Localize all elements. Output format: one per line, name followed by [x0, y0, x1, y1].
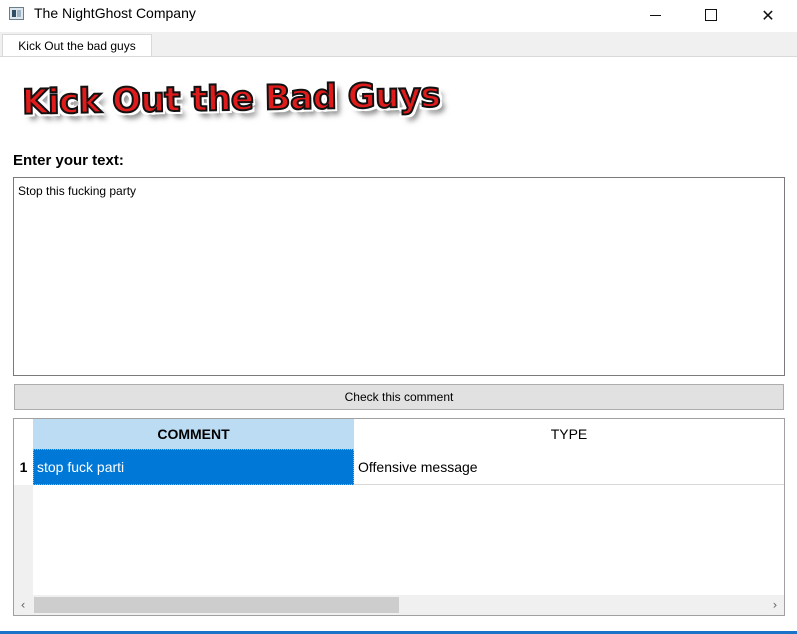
logo-banner: Kick Out the Bad Guys — [21, 74, 442, 123]
column-header-type[interactable]: TYPE — [354, 419, 784, 449]
maximize-button[interactable] — [688, 0, 734, 30]
minimize-button[interactable] — [632, 0, 678, 30]
title-bar: The NightGhost Company ✕ — [0, 0, 797, 30]
tab-content: Kick Out the Bad Guys Enter your text: C… — [0, 57, 797, 634]
row-header-1[interactable]: 1 — [14, 449, 33, 485]
window-title: The NightGhost Company — [34, 5, 196, 21]
close-button[interactable]: ✕ — [745, 0, 791, 30]
maximize-icon — [705, 9, 717, 21]
prompt-label: Enter your text: — [13, 152, 124, 169]
table-cell-type[interactable]: Offensive message — [354, 449, 784, 485]
horizontal-scrollbar[interactable]: ‹ › — [14, 595, 784, 615]
comment-text-input[interactable] — [13, 177, 785, 376]
tab-strip: Kick Out the bad guys — [0, 32, 797, 57]
app-window: The NightGhost Company ✕ Kick Out the ba… — [0, 0, 797, 634]
app-window-icon — [9, 7, 24, 20]
table-cell-comment[interactable]: stop fuck parti — [33, 449, 354, 485]
scroll-thumb[interactable] — [34, 597, 399, 613]
column-header-comment[interactable]: COMMENT — [33, 419, 354, 449]
tab-kick-out[interactable]: Kick Out the bad guys — [2, 34, 152, 56]
results-table: COMMENT TYPE 1 stop fuck parti Offensive… — [13, 418, 785, 616]
close-icon: ✕ — [761, 5, 775, 25]
check-comment-button[interactable]: Check this comment — [14, 384, 784, 410]
table-corner[interactable] — [14, 419, 33, 449]
scroll-left-icon[interactable]: ‹ — [14, 595, 32, 615]
minimize-icon — [649, 14, 661, 16]
scroll-right-icon[interactable]: › — [766, 595, 784, 615]
